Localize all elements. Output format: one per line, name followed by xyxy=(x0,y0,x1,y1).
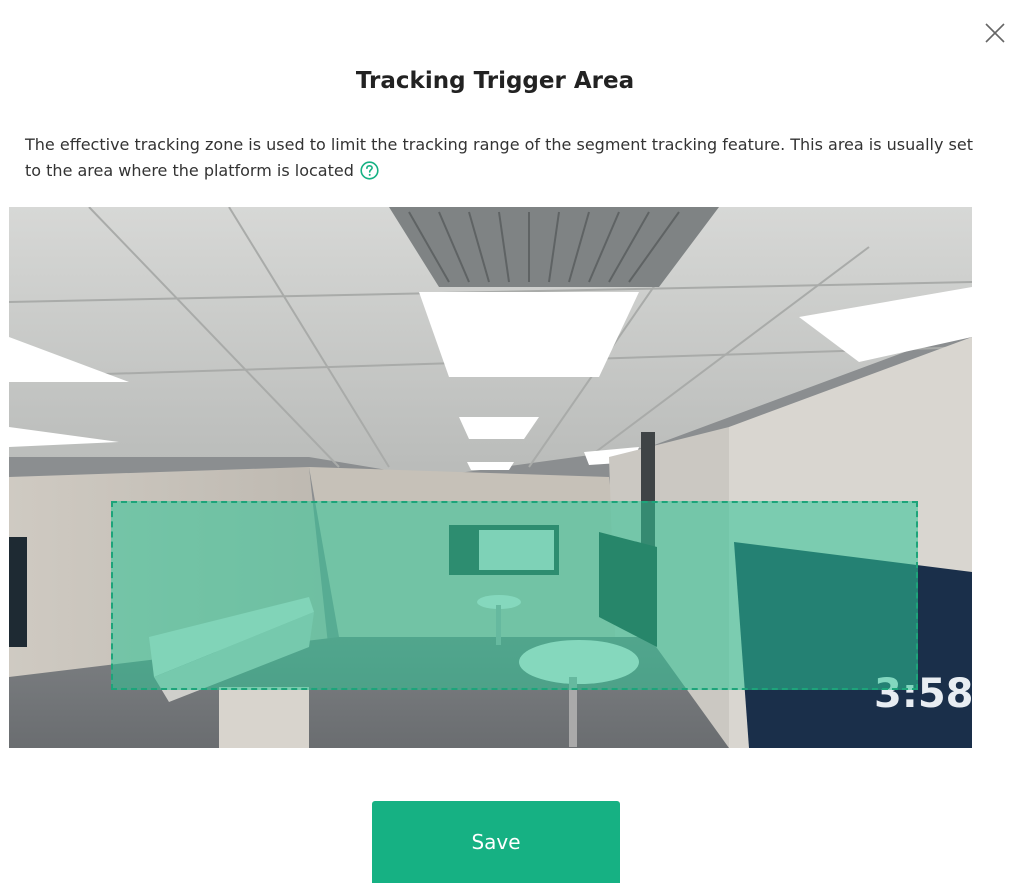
tracking-zone-area[interactable] xyxy=(111,501,918,690)
question-circle-icon xyxy=(360,161,379,180)
description-text: The effective tracking zone is used to l… xyxy=(25,132,975,184)
save-button[interactable]: Save xyxy=(372,801,620,883)
dialog-title: Tracking Trigger Area xyxy=(355,68,635,94)
close-button[interactable] xyxy=(984,22,1006,44)
close-icon xyxy=(985,23,1005,43)
camera-preview: 3:58 xyxy=(9,207,972,748)
description-label: The effective tracking zone is used to l… xyxy=(25,135,973,180)
help-button[interactable] xyxy=(360,161,379,180)
tracking-trigger-area-dialog: Tracking Trigger Area The effective trac… xyxy=(0,0,1012,883)
